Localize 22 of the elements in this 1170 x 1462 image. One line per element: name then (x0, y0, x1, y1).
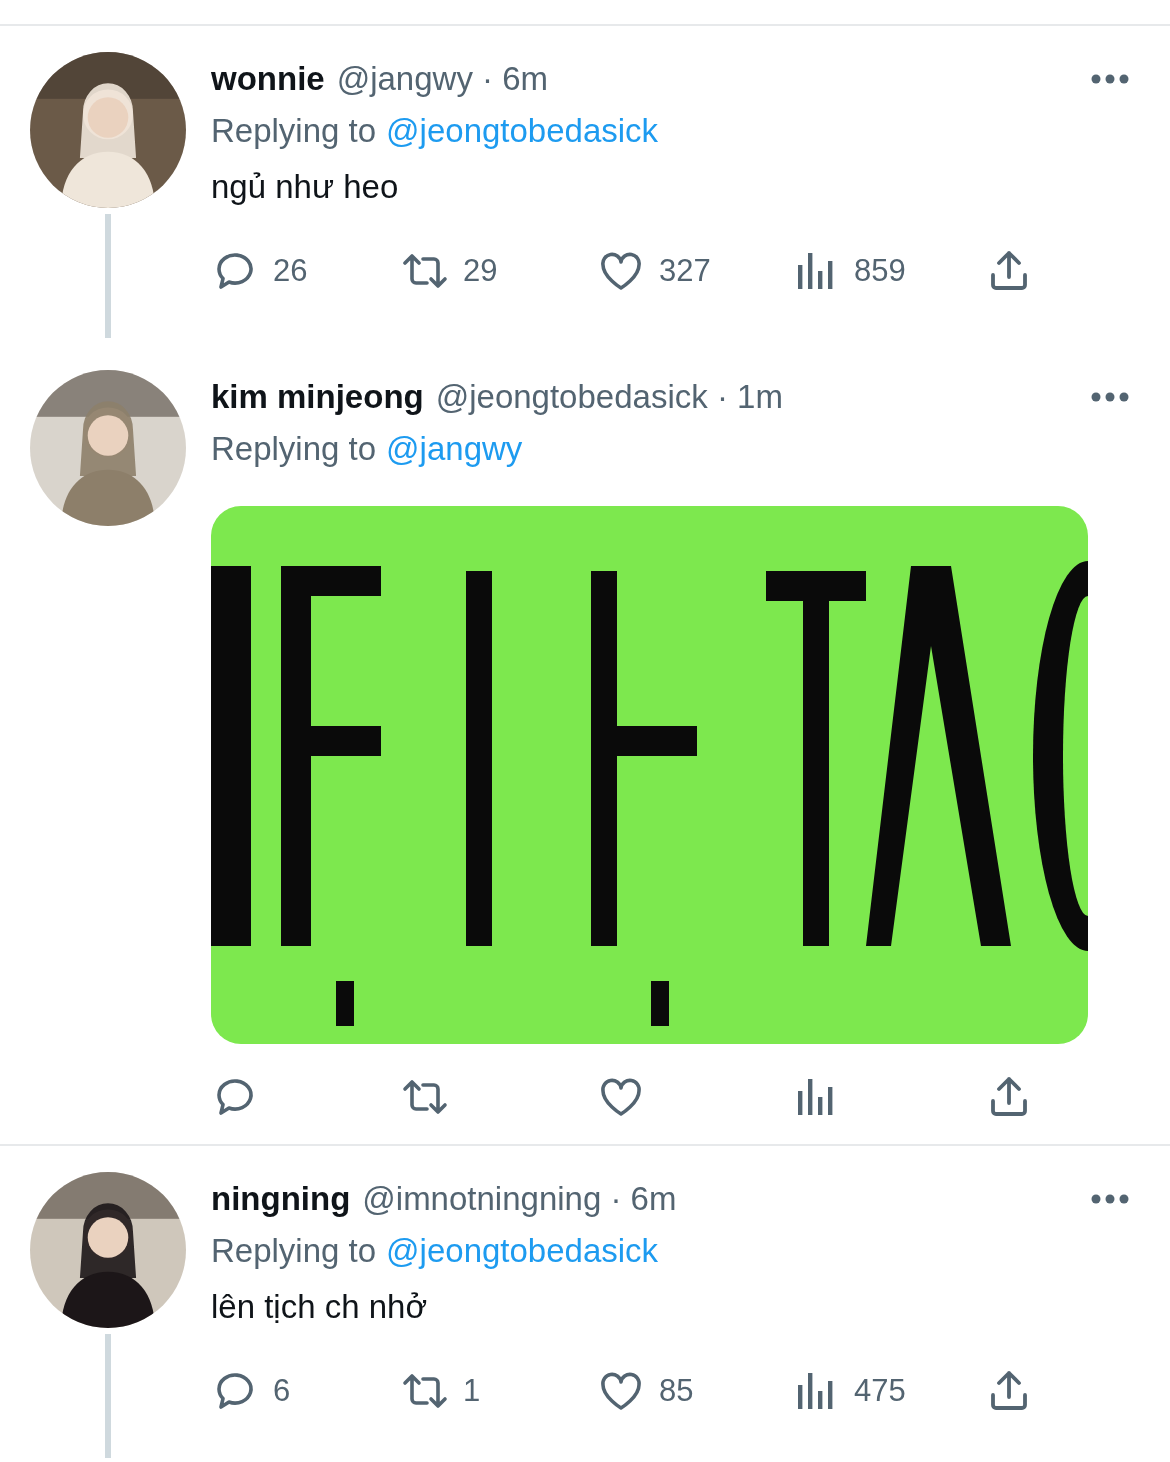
action-count: 327 (659, 253, 711, 289)
display-name[interactable]: wonnie (211, 60, 325, 98)
display-name[interactable]: ningning (211, 1180, 351, 1218)
action-count: 1 (463, 1373, 481, 1409)
action-count: 475 (854, 1373, 906, 1409)
action-count: 26 (273, 253, 308, 289)
replying-label: Replying to (211, 1232, 377, 1270)
handle-and-time: @imnotningning · 6m (362, 1180, 678, 1218)
replying-label: Replying to (211, 112, 377, 150)
tweet-text: lên tịch ch nhở (211, 1288, 428, 1326)
more-icon[interactable] (1090, 391, 1130, 403)
tweet-text: ngủ như heo (211, 168, 399, 206)
action-count: 29 (463, 253, 498, 289)
replying-label: Replying to (211, 430, 377, 468)
more-icon[interactable] (1090, 73, 1130, 85)
display-name[interactable]: kim minjeong (211, 378, 424, 416)
action-count: 6 (273, 1373, 291, 1409)
handle-and-time: @jangwy · 6m (336, 60, 550, 98)
more-icon[interactable] (1090, 1193, 1130, 1205)
action-count: 85 (659, 1373, 694, 1409)
handle-and-time: @jeongtobedasick · 1m (435, 378, 784, 416)
action-count: 859 (854, 253, 906, 289)
